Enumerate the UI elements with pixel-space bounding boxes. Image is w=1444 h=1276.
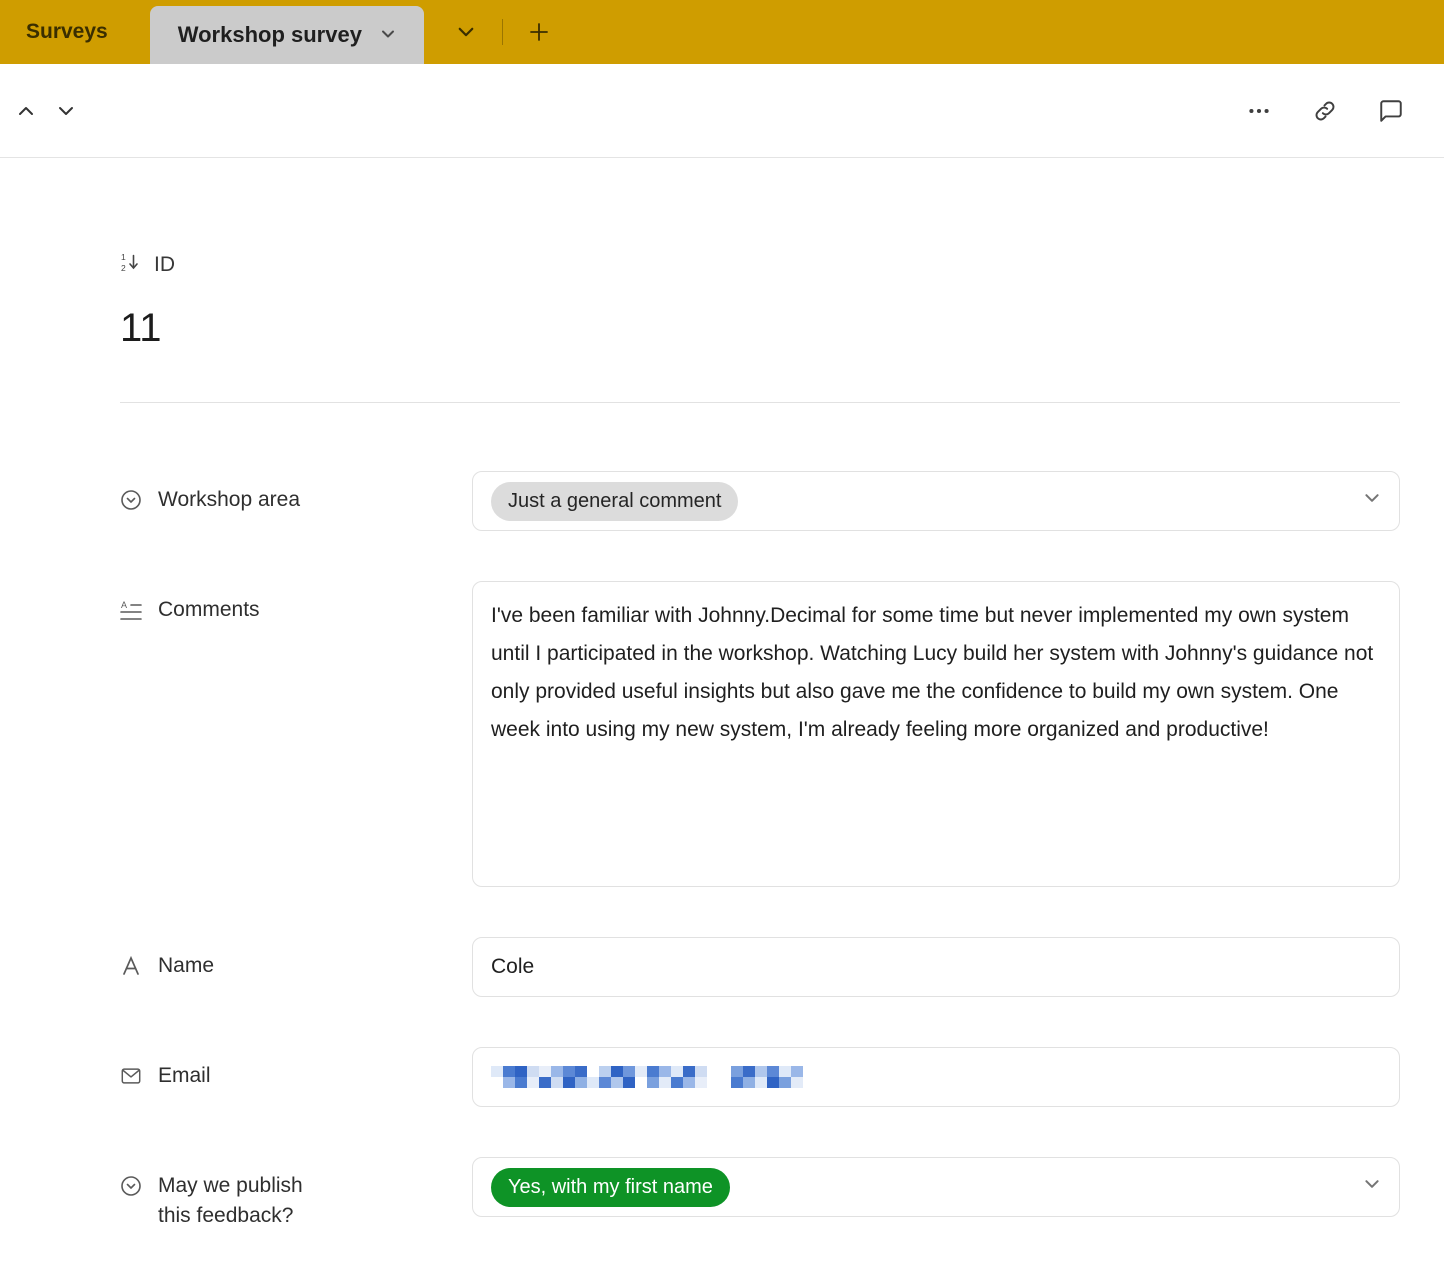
- record-comments-button[interactable]: [1378, 98, 1404, 124]
- add-table-button[interactable]: [527, 20, 551, 44]
- section-divider: [120, 402, 1400, 403]
- publish-pill: Yes, with my first name: [491, 1168, 730, 1207]
- comment-bubble-icon: [1378, 98, 1404, 124]
- tab-workshop-survey[interactable]: Workshop survey: [150, 6, 424, 64]
- svg-text:A: A: [121, 600, 127, 610]
- tab-surveys[interactable]: Surveys: [0, 0, 134, 64]
- record-menu-button[interactable]: [1246, 98, 1272, 124]
- field-row-email: Email: [120, 1047, 1400, 1107]
- chevron-down-icon: [1363, 1175, 1381, 1199]
- long-text-icon: A: [120, 599, 142, 621]
- chevron-down-icon: [54, 99, 78, 123]
- name-input[interactable]: Cole: [472, 937, 1400, 997]
- svg-text:1: 1: [121, 252, 126, 262]
- field-row-name: Name Cole: [120, 937, 1400, 997]
- tab-workshop-survey-label: Workshop survey: [178, 22, 362, 48]
- workshop-area-select[interactable]: Just a general comment: [472, 471, 1400, 531]
- field-row-publish: May we publish this feedback? Yes, with …: [120, 1157, 1400, 1231]
- chevron-up-icon: [14, 99, 38, 123]
- tabbar-divider: [502, 19, 503, 45]
- field-row-comments: A Comments I've been familiar with Johnn…: [120, 581, 1400, 887]
- single-select-icon: [120, 1175, 142, 1197]
- single-select-icon: [120, 489, 142, 511]
- field-row-workshop-area: Workshop area Just a general comment: [120, 471, 1400, 531]
- publish-select[interactable]: Yes, with my first name: [472, 1157, 1400, 1217]
- chevron-down-icon[interactable]: [380, 22, 396, 48]
- tables-menu-chevron-icon[interactable]: [456, 22, 476, 42]
- tab-surveys-label: Surveys: [26, 20, 108, 44]
- autonumber-icon: 1 2: [120, 252, 140, 278]
- previous-record-button[interactable]: [6, 91, 46, 131]
- link-icon: [1312, 98, 1338, 124]
- chevron-down-icon: [1363, 489, 1381, 513]
- workshop-area-label: Workshop area: [120, 471, 472, 515]
- record-toolbar: [0, 64, 1444, 158]
- publish-label: May we publish this feedback?: [120, 1157, 472, 1231]
- email-input[interactable]: [472, 1047, 1400, 1107]
- svg-text:2: 2: [121, 263, 126, 272]
- id-field-label: ID: [154, 253, 175, 277]
- email-label: Email: [120, 1047, 472, 1091]
- workshop-area-pill: Just a general comment: [491, 482, 738, 521]
- redacted-email-pixelation: [491, 1066, 803, 1088]
- comments-textarea[interactable]: I've been familiar with Johnny.Decimal f…: [472, 581, 1400, 887]
- record-detail: 1 2 ID 11 Workshop area Just a general c…: [0, 252, 1444, 1231]
- single-line-text-icon: [120, 955, 142, 977]
- copy-record-link-button[interactable]: [1312, 98, 1338, 124]
- name-label: Name: [120, 937, 472, 981]
- ellipsis-icon: [1246, 98, 1272, 124]
- id-field-value: 11: [120, 304, 1400, 352]
- next-record-button[interactable]: [46, 91, 86, 131]
- id-field-header: 1 2 ID: [120, 252, 1400, 278]
- envelope-icon: [120, 1065, 142, 1087]
- comments-label: A Comments: [120, 581, 472, 625]
- table-tabs-bar: Surveys Workshop survey: [0, 0, 1444, 64]
